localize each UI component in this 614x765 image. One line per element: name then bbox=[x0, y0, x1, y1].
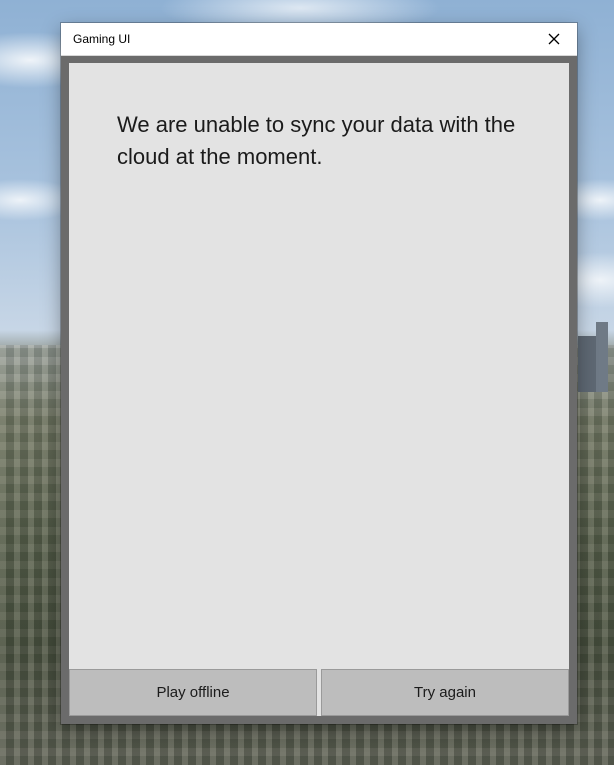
button-row: Play offline Try again bbox=[69, 669, 569, 716]
dialog-window: Gaming UI We are unable to sync your dat… bbox=[61, 23, 577, 724]
skyscraper bbox=[596, 322, 608, 392]
play-offline-button[interactable]: Play offline bbox=[69, 669, 317, 716]
sync-error-message: We are unable to sync your data with the… bbox=[117, 112, 516, 169]
window-title: Gaming UI bbox=[73, 32, 131, 46]
skyscraper bbox=[578, 336, 596, 392]
dialog-content: We are unable to sync your data with the… bbox=[69, 63, 569, 716]
try-again-button[interactable]: Try again bbox=[321, 669, 569, 716]
close-icon bbox=[548, 33, 560, 45]
close-button[interactable] bbox=[531, 23, 577, 55]
title-bar[interactable]: Gaming UI bbox=[61, 23, 577, 56]
